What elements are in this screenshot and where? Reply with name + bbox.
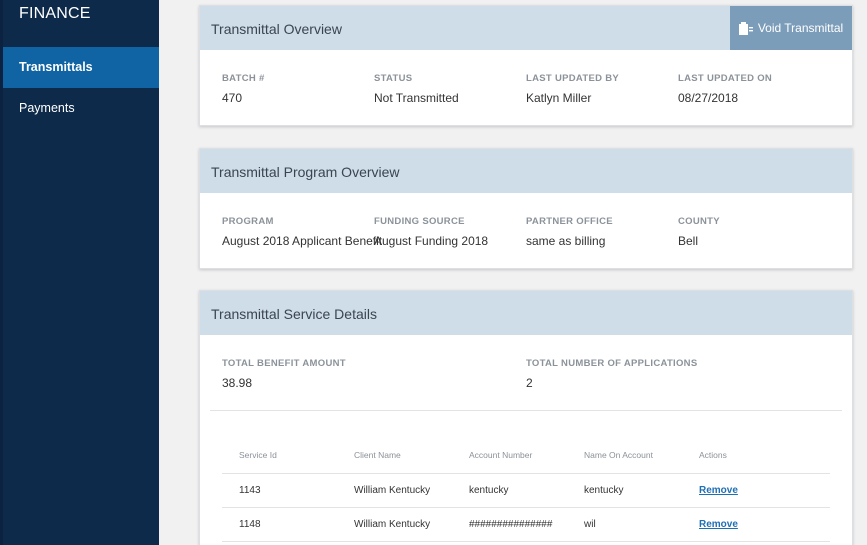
field-funding-source: FUNDING SOURCE August Funding 2018 (374, 216, 488, 248)
field-label: FUNDING SOURCE (374, 216, 465, 227)
field-program: PROGRAM August 2018 Applicant Benefit (222, 216, 382, 248)
sidebar: FINANCE Transmittals Payments (0, 0, 159, 545)
field-value: August Funding 2018 (374, 234, 489, 248)
card-header: Transmittal Service Details (200, 291, 852, 335)
field-label: COUNTY (678, 216, 720, 227)
field-value: Not Transmitted (374, 91, 459, 105)
remove-link[interactable]: Remove (699, 519, 738, 530)
column-header-client-name[interactable]: Client Name (337, 437, 452, 474)
field-label: LAST UPDATED BY (526, 73, 619, 84)
cell-client-name: William Kentucky (337, 507, 452, 542)
field-value: Bell (678, 234, 699, 248)
trash-icon (738, 21, 753, 35)
field-label: BATCH # (222, 73, 265, 84)
cell-account-number: ############### (452, 507, 567, 542)
field-label: PROGRAM (222, 216, 274, 227)
transmittal-overview-card: Transmittal Overview Void Transmittal BA… (199, 5, 853, 126)
field-status: STATUS Not Transmitted (374, 73, 459, 105)
cell-name-on-account: wil (567, 507, 682, 542)
field-last-updated-by: LAST UPDATED BY Katlyn Miller (526, 73, 619, 105)
cell-service-id: 1143 (222, 473, 337, 508)
sidebar-item-transmittals[interactable]: Transmittals (3, 47, 159, 88)
sidebar-title: FINANCE (19, 5, 91, 22)
field-value: same as billing (526, 234, 606, 248)
section-divider (210, 410, 842, 411)
column-header-actions: Actions (682, 437, 830, 474)
column-header-account-number[interactable]: Account Number (452, 437, 567, 474)
card-header: Transmittal Program Overview (200, 149, 852, 193)
cell-service-id: 1148 (222, 507, 337, 542)
field-label: PARTNER OFFICE (526, 216, 613, 227)
column-header-name-on-account[interactable]: Name On Account (567, 437, 682, 474)
field-value: 38.98 (222, 376, 253, 390)
field-value: Katlyn Miller (526, 91, 592, 105)
cell-name-on-account: kentucky (567, 473, 682, 508)
field-value: 470 (222, 91, 243, 105)
field-label: TOTAL NUMBER OF APPLICATIONS (526, 358, 698, 369)
sidebar-item-payments[interactable]: Payments (3, 88, 159, 129)
field-label: TOTAL BENEFIT AMOUNT (222, 358, 346, 369)
field-batch: BATCH # 470 (222, 73, 265, 105)
main-content: Transmittal Overview Void Transmittal BA… (159, 0, 867, 545)
card-title: Transmittal Overview (211, 21, 342, 37)
field-label: LAST UPDATED ON (678, 73, 773, 84)
field-total-benefit-amount: TOTAL BENEFIT AMOUNT 38.98 (222, 358, 346, 390)
void-transmittal-label: Void Transmittal (757, 21, 844, 35)
service-table: Service Id Client Name Account Number Na… (222, 437, 830, 542)
column-header-service-id[interactable]: Service Id (222, 437, 337, 474)
cell-account-number: kentucky (452, 473, 567, 508)
table-header-row: Service Id Client Name Account Number Na… (222, 437, 830, 474)
void-transmittal-button[interactable]: Void Transmittal (730, 6, 852, 50)
field-value: 2 (526, 376, 533, 390)
field-value: August 2018 Applicant Benefit (222, 234, 383, 248)
card-title: Transmittal Service Details (211, 306, 377, 322)
cell-client-name: William Kentucky (337, 473, 452, 508)
field-last-updated-on: LAST UPDATED ON 08/27/2018 (678, 73, 772, 105)
remove-link[interactable]: Remove (699, 485, 738, 496)
table-row: 1148 William Kentucky ############### wi… (222, 507, 830, 542)
service-details-card: Transmittal Service Details TOTAL BENEFI… (199, 290, 853, 545)
card-header: Transmittal Overview Void Transmittal (200, 6, 852, 50)
field-value: 08/27/2018 (678, 91, 739, 105)
cell-actions: Remove (682, 507, 830, 542)
field-total-applications: TOTAL NUMBER OF APPLICATIONS 2 (526, 358, 697, 390)
program-overview-card: Transmittal Program Overview PROGRAM Aug… (199, 148, 853, 269)
field-county: COUNTY Bell (678, 216, 720, 248)
field-partner-office: PARTNER OFFICE same as billing (526, 216, 613, 248)
table-row: 1143 William Kentucky kentucky kentucky … (222, 473, 830, 508)
cell-actions: Remove (682, 473, 830, 508)
card-title: Transmittal Program Overview (211, 164, 400, 180)
field-label: STATUS (374, 73, 413, 84)
